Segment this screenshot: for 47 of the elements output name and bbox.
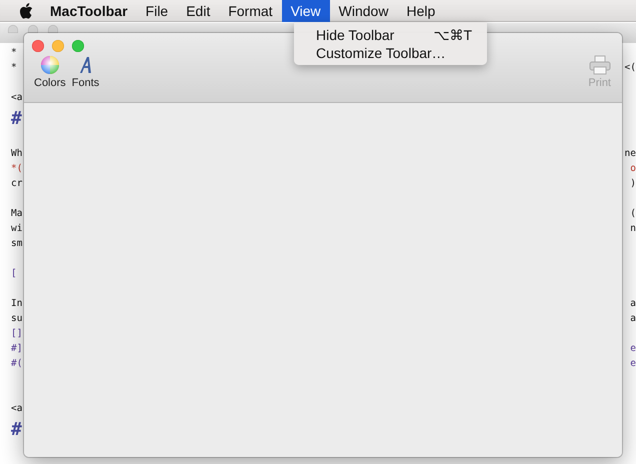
menu-entry[interactable]: Customize Toolbar…: [294, 44, 487, 62]
code-text: a: [630, 313, 636, 324]
toolbar-button[interactable]: Colors: [31, 55, 69, 89]
keyboard-shortcut: ⌥⌘T: [433, 26, 472, 44]
code-text: *: [11, 62, 17, 73]
code-text: o: [630, 163, 636, 174]
menu-item[interactable]: Edit: [177, 0, 220, 22]
code-text: Wh: [11, 148, 22, 159]
code-text: *: [11, 47, 17, 58]
code-text: #]: [11, 343, 22, 354]
menu-item[interactable]: Help: [397, 0, 444, 22]
code-text: #: [11, 108, 22, 128]
code-text: a: [630, 298, 636, 309]
code-text: (: [630, 208, 636, 219]
menu-item[interactable]: View: [282, 0, 330, 22]
code-text: sm: [11, 238, 22, 249]
code-text: <(: [624, 62, 636, 73]
menu-entry-label: Hide Toolbar: [316, 26, 394, 44]
color-wheel-icon: [40, 55, 60, 75]
code-text: su: [11, 313, 22, 324]
code-text: In: [11, 298, 22, 309]
menu-entry-label: Customize Toolbar…: [316, 44, 446, 62]
code-text: [: [11, 268, 17, 279]
code-text: <a: [11, 403, 22, 414]
code-text: n: [630, 223, 636, 234]
code-text: e: [630, 343, 636, 354]
code-text: cr: [11, 178, 22, 189]
code-text: ne: [624, 148, 636, 159]
toolbar-button[interactable]: Fonts: [68, 55, 102, 89]
zoom-button[interactable]: [72, 40, 84, 52]
apple-icon[interactable]: [19, 2, 33, 18]
code-text: #(: [11, 358, 22, 369]
close-button[interactable]: [32, 40, 44, 52]
menu-item[interactable]: Format: [219, 0, 282, 22]
code-text: #: [11, 418, 22, 440]
code-text: <a: [11, 92, 22, 103]
code-text: *(: [11, 163, 22, 174]
minimize-button[interactable]: [52, 40, 64, 52]
menu-item[interactable]: Window: [330, 0, 398, 22]
code-text: ): [630, 178, 636, 189]
code-text: e: [630, 358, 636, 369]
code-text: Ma: [11, 208, 22, 219]
menu-item[interactable]: File: [136, 0, 178, 22]
app-menu[interactable]: MacToolbar: [41, 0, 137, 22]
printer-icon: [588, 55, 611, 75]
code-text: []: [11, 328, 22, 339]
code-text: wi: [11, 223, 22, 234]
